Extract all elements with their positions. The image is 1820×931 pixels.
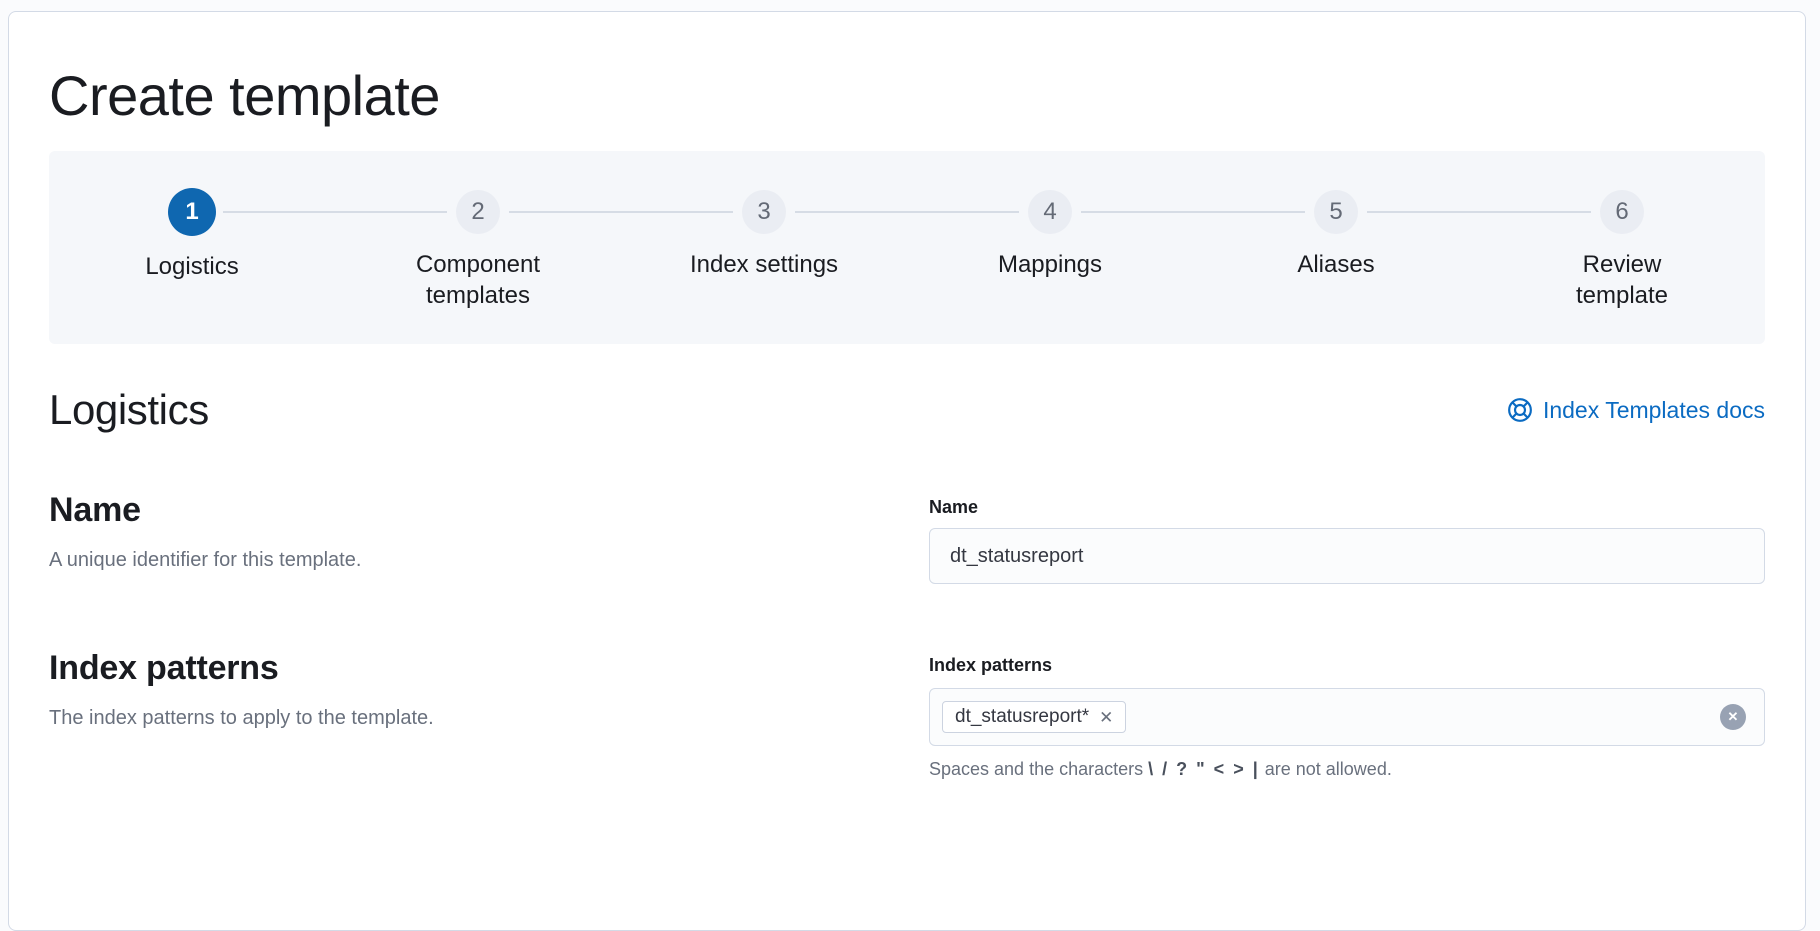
index-templates-docs-link[interactable]: Index Templates docs bbox=[1507, 397, 1765, 424]
step-index-settings[interactable]: 3 Index settings bbox=[621, 151, 907, 344]
name-group-desc-text: A unique identifier for this template. bbox=[49, 546, 929, 574]
step-6-label: Review template bbox=[1547, 249, 1697, 311]
step-6-circle: 6 bbox=[1600, 190, 1644, 234]
step-2-circle: 2 bbox=[456, 190, 500, 234]
help-text-chars: \ / ? " < > | bbox=[1148, 759, 1260, 779]
step-5-label: Aliases bbox=[1297, 249, 1374, 280]
help-text-prefix: Spaces and the characters bbox=[929, 759, 1148, 779]
step-logistics[interactable]: 1 Logistics bbox=[49, 151, 335, 344]
help-text-suffix: are not allowed. bbox=[1260, 759, 1392, 779]
step-mappings[interactable]: 4 Mappings bbox=[907, 151, 1193, 344]
step-5-circle: 5 bbox=[1314, 190, 1358, 234]
create-template-page: Create template 1 Logistics 2 Component … bbox=[8, 11, 1806, 931]
index-patterns-field-label: Index patterns bbox=[929, 654, 1765, 676]
index-pattern-tag: dt_statusreport* ✕ bbox=[942, 701, 1126, 733]
index-patterns-group-desc-text: The index patterns to apply to the templ… bbox=[49, 704, 929, 732]
step-4-label: Mappings bbox=[998, 249, 1102, 280]
wizard-stepper: 1 Logistics 2 Component templates 3 Inde… bbox=[49, 151, 1765, 344]
step-3-circle: 3 bbox=[742, 190, 786, 234]
index-pattern-tag-text: dt_statusreport* bbox=[955, 706, 1089, 728]
step-review-template[interactable]: 6 Review template bbox=[1479, 151, 1765, 344]
docs-link-label: Index Templates docs bbox=[1543, 397, 1765, 424]
index-patterns-group-description: Index patterns The index patterns to app… bbox=[49, 648, 929, 781]
index-patterns-form-group: Index patterns The index patterns to app… bbox=[49, 648, 1765, 781]
index-patterns-field: Index patterns dt_statusreport* ✕ ✕ Spac… bbox=[929, 648, 1765, 781]
step-4-circle: 4 bbox=[1028, 190, 1072, 234]
name-input[interactable] bbox=[929, 528, 1765, 584]
docs-life-ring-icon bbox=[1507, 397, 1533, 423]
name-form-group: Name A unique identifier for this templa… bbox=[49, 490, 1765, 584]
section-header: Logistics Index Templates docs bbox=[49, 386, 1765, 434]
page-title: Create template bbox=[49, 62, 1765, 129]
section-title: Logistics bbox=[49, 386, 209, 434]
name-group-description: Name A unique identifier for this templa… bbox=[49, 490, 929, 584]
step-component-templates[interactable]: 2 Component templates bbox=[335, 151, 621, 344]
step-1-label: Logistics bbox=[145, 251, 238, 282]
index-patterns-group-title: Index patterns bbox=[49, 648, 929, 688]
step-aliases[interactable]: 5 Aliases bbox=[1193, 151, 1479, 344]
combo-clear-button[interactable]: ✕ bbox=[1720, 704, 1746, 730]
step-3-label: Index settings bbox=[690, 249, 838, 280]
name-group-title: Name bbox=[49, 490, 929, 530]
step-2-label: Component templates bbox=[403, 249, 553, 311]
tag-remove-icon[interactable]: ✕ bbox=[1099, 709, 1113, 726]
name-field: Name bbox=[929, 490, 1765, 584]
index-patterns-combo-box[interactable]: dt_statusreport* ✕ ✕ bbox=[929, 688, 1765, 746]
clear-icon: ✕ bbox=[1728, 709, 1739, 725]
name-field-label: Name bbox=[929, 496, 1765, 518]
step-1-circle: 1 bbox=[168, 188, 216, 236]
index-patterns-help-text: Spaces and the characters \ / ? " < > | … bbox=[929, 757, 1765, 781]
